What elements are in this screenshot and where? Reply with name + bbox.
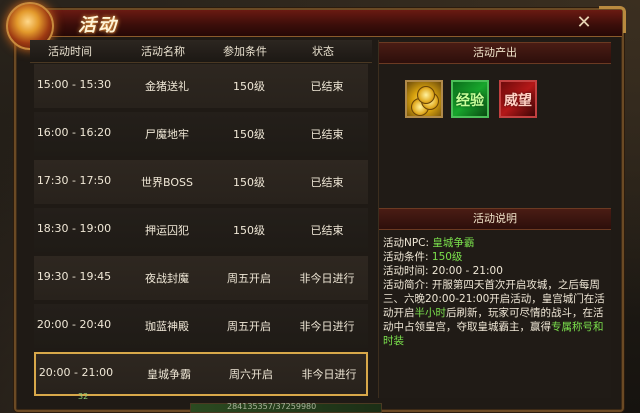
condition-label: 活动条件: — [383, 251, 429, 263]
row-time: 20:00 - 21:00 — [38, 366, 114, 379]
row-status: 已结束 — [310, 224, 344, 237]
rewards-header: 活动产出 — [379, 42, 611, 64]
experience-bar-text: 284135357/37259980 — [227, 402, 317, 411]
table-row[interactable]: 19:30 - 19:45 夜战封魔 周五开启 非今日进行 — [34, 256, 368, 300]
experience-icon: 经验 — [456, 93, 484, 109]
table-row[interactable]: 18:30 - 19:00 押运囚犯 150级 已结束 — [34, 208, 368, 252]
npc-value: 皇城争霸 — [432, 237, 475, 249]
table-row[interactable]: 16:00 - 16:20 尸魔地牢 150级 已结束 — [34, 112, 368, 156]
row-time: 16:00 - 16:20 — [36, 126, 112, 139]
row-time: 19:30 - 19:45 — [36, 270, 112, 283]
reward-gold[interactable] — [405, 80, 443, 118]
row-condition: 150级 — [233, 128, 265, 141]
header-time: 活动时间 — [48, 45, 92, 58]
row-status: 非今日进行 — [299, 320, 355, 333]
time-label: 活动时间: — [383, 265, 429, 277]
close-icon: ✕ — [576, 12, 592, 33]
prestige-icon: 威望 — [504, 93, 532, 109]
row-time: 15:00 - 15:30 — [36, 78, 112, 91]
table-row[interactable]: 20:00 - 20:40 珈蓝神殿 周五开启 非今日进行 — [34, 304, 368, 348]
reward-experience[interactable]: 经验 — [451, 80, 489, 118]
row-condition: 150级 — [233, 224, 265, 237]
row-time: 17:30 - 17:50 — [36, 174, 112, 187]
row-status: 非今日进行 — [299, 272, 355, 285]
row-name: 尸魔地牢 — [145, 128, 189, 141]
header-condition: 参加条件 — [223, 45, 267, 58]
level-number: 32 — [78, 392, 89, 401]
row-name: 世界BOSS — [141, 176, 193, 189]
row-name: 金猪送礼 — [145, 80, 189, 93]
row-time: 20:00 - 20:40 — [36, 318, 112, 331]
intro-label: 活动简介: — [383, 279, 429, 291]
title-bar: 活动 ✕ — [6, 2, 626, 50]
header-status: 状态 — [312, 45, 334, 58]
corner-ornament — [599, 6, 626, 33]
reward-prestige[interactable]: 威望 — [499, 80, 537, 118]
row-status: 非今日进行 — [301, 368, 357, 381]
table-header: 活动时间 活动名称 参加条件 状态 — [30, 40, 372, 63]
npc-label: 活动NPC: — [383, 237, 430, 249]
row-status: 已结束 — [310, 80, 344, 93]
row-name: 珈蓝神殿 — [145, 320, 189, 333]
window-title: 活动 — [78, 15, 118, 36]
description-header: 活动说明 — [379, 208, 611, 230]
row-name: 夜战封魔 — [145, 272, 189, 285]
header-name: 活动名称 — [141, 45, 185, 58]
activity-table: 活动时间 活动名称 参加条件 状态 15:00 - 15:30 金猪送礼 150… — [30, 40, 372, 398]
detail-panel: 活动产出 经验 威望 活动说明 活动NPC: 皇城争霸 活动条件: 150级 活… — [378, 40, 611, 398]
row-condition: 150级 — [233, 176, 265, 189]
row-name: 押运囚犯 — [145, 224, 189, 237]
activity-description: 活动NPC: 皇城争霸 活动条件: 150级 活动时间: 20:00 - 21:… — [383, 236, 609, 348]
close-button[interactable]: ✕ — [574, 13, 594, 33]
row-status: 已结束 — [310, 176, 344, 189]
table-row-selected[interactable]: 20:00 - 21:00 皇城争霸 周六开启 非今日进行 — [34, 352, 368, 396]
row-condition: 周六开启 — [229, 368, 273, 381]
table-row[interactable]: 15:00 - 15:30 金猪送礼 150级 已结束 — [34, 64, 368, 108]
table-row[interactable]: 17:30 - 17:50 世界BOSS 150级 已结束 — [34, 160, 368, 204]
condition-value: 150级 — [431, 251, 463, 263]
row-condition: 周五开启 — [227, 320, 271, 333]
time-value: 20:00 - 21:00 — [431, 265, 503, 277]
experience-bar: 284135357/37259980 — [190, 402, 382, 413]
row-condition: 150级 — [233, 80, 265, 93]
intro-highlight-1: 半小时 — [414, 307, 447, 319]
activity-window: 活动 ✕ 活动时间 活动名称 参加条件 状态 15:00 - 15:30 金猪送… — [6, 2, 626, 412]
row-time: 18:30 - 19:00 — [36, 222, 112, 235]
row-name: 皇城争霸 — [147, 368, 191, 381]
row-condition: 周五开启 — [227, 272, 271, 285]
row-status: 已结束 — [310, 128, 344, 141]
